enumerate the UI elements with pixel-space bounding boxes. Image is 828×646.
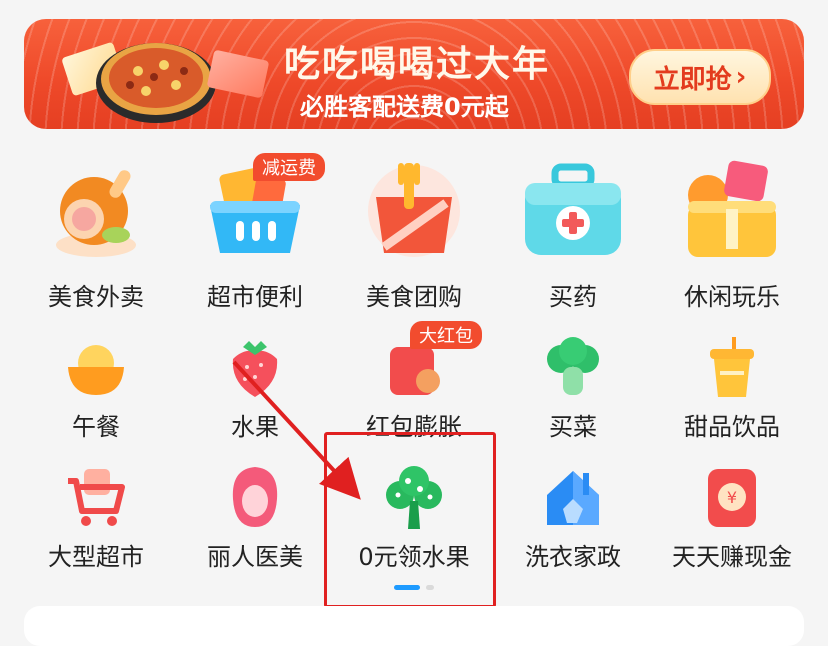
content-card bbox=[24, 606, 804, 646]
page-dot-active bbox=[394, 585, 420, 590]
annotation-arrow-icon bbox=[232, 360, 361, 500]
page-dot bbox=[426, 585, 434, 590]
